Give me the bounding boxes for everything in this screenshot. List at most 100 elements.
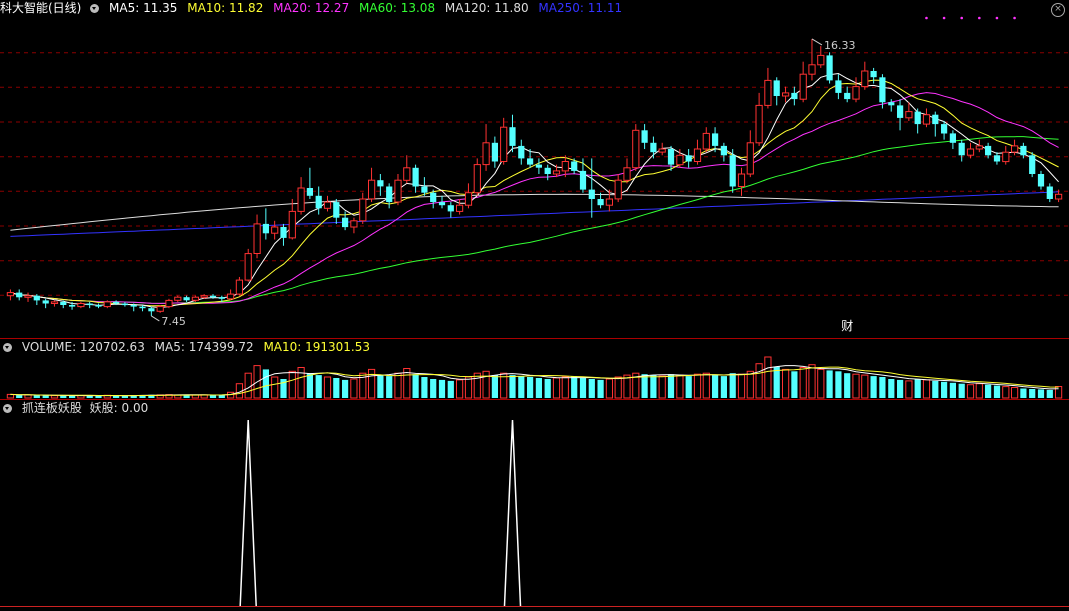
volume-bar [535,378,542,398]
signal-dot [1013,16,1016,20]
candle-body [826,55,833,81]
ma60-label: MA60: 13.08 [359,1,436,15]
candle-body [518,145,525,159]
volume-bar [1020,388,1027,398]
candle-body [932,114,939,125]
volume-bar [826,370,833,398]
volume-bar [932,380,939,398]
volume-bar [579,378,587,398]
volume-bar [650,375,657,398]
candle-body [253,223,261,254]
candle-body [685,155,692,162]
candle-body [412,167,419,187]
candle-body [658,148,666,153]
signal-dot [995,16,999,20]
candle-body [95,305,102,307]
chevron-down-icon[interactable] [3,404,12,413]
candle-body [852,86,860,100]
ma120-line [10,193,1059,231]
volume-bar [323,376,332,399]
candle-body [773,80,780,96]
candle-body [966,148,975,156]
volume-bar [922,379,931,399]
volume-bar [552,377,561,399]
candle-body [306,188,313,196]
volume-bar [271,376,279,399]
candle-body [693,148,702,162]
volume-bar [746,370,754,399]
candle-body [888,102,895,106]
chevron-down-icon[interactable] [3,343,12,352]
volume-bar [966,384,975,399]
volume-bar [720,376,727,398]
candle-body [183,297,190,301]
signal-dot [925,16,928,20]
candle-body [835,80,842,93]
volume-bar [712,375,719,398]
volume-bar [605,378,613,399]
volume-bar [342,379,349,398]
candle-body [456,204,464,212]
stock-title: 科大智能(日线) [0,1,82,15]
volume-bar [667,374,675,398]
candle-body [60,301,67,305]
candle-body [879,77,886,103]
candle-body [271,226,279,234]
candle-body [377,180,384,187]
candle-body [623,167,631,181]
candle-body [641,130,648,143]
volume-bar [764,356,772,399]
volume-ma5-label: MA5: 174399.72 [154,340,254,354]
volume-bar [69,395,76,398]
volume-bar [394,372,402,399]
volume-bar [421,377,428,398]
candle-body [323,201,332,209]
volume-bar [641,374,648,398]
candle-body [985,145,992,156]
candle-body [632,129,640,169]
candle-body [755,104,763,144]
candle-body [113,301,120,304]
candle-body [244,253,252,281]
candle-body [288,210,296,239]
chevron-down-icon[interactable] [90,4,100,13]
volume-bar [16,395,23,398]
volume-bar [368,368,376,399]
volume-bar [288,370,296,399]
candle-body [676,154,684,166]
candle-body [605,198,613,206]
candle-body [350,220,358,228]
candle-body [24,295,32,298]
volume-legend: VOLUME: 120702.63 MA5: 174399.72 MA10: 1… [0,339,376,355]
indicator-legend: 抓连板妖股 妖股: 0.00 [0,400,154,416]
candle-body [571,161,578,171]
volume-bar [737,373,746,399]
ma10-label: MA10: 11.82 [187,1,264,15]
ma20-line [10,92,1059,304]
close-icon[interactable]: × [1051,3,1065,17]
candle-body [870,71,877,78]
volume-bar [914,379,921,398]
candle-body [156,306,164,312]
volume-bar [333,378,340,398]
low-price-label: 7.45 [161,315,186,328]
candle-body [1020,145,1027,156]
candle-body [16,292,23,298]
candle-body [359,198,367,222]
volume-bar [33,395,40,398]
candle-body [702,132,710,150]
candle-body [941,124,948,134]
candle-body [191,296,200,301]
signal-dot [960,16,964,20]
candle-body [897,105,904,118]
candle-body [509,127,516,146]
volume-bar [473,372,481,399]
volume-bar [262,369,269,398]
candle-body [227,293,235,300]
candle-body [403,167,411,181]
volume-bar [377,375,384,398]
volume-bar [42,395,49,398]
volume-bar [571,376,578,398]
volume-bar [729,373,736,398]
candle-body [33,295,40,301]
